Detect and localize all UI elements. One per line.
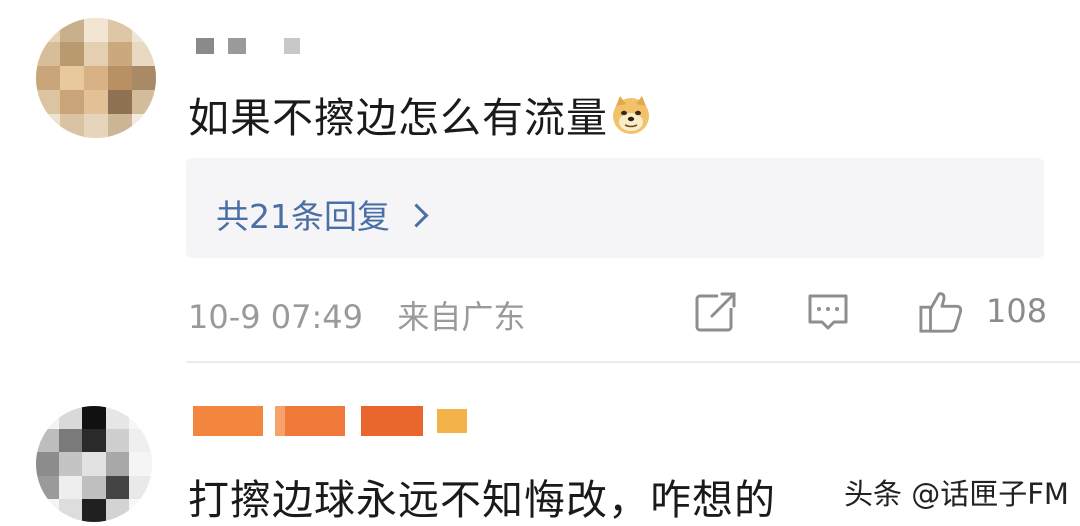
comment-bubble-icon[interactable] [806,290,850,334]
reply-summary-box[interactable]: 共21条回复 [186,158,1044,258]
chevron-right-icon [404,202,429,228]
username-mosaic[interactable] [193,406,467,436]
doge-emoji [613,96,649,134]
avatar[interactable] [36,406,152,522]
thumbs-up-icon[interactable] [917,290,965,334]
share-square-icon[interactable] [694,290,736,334]
like-count: 108 [986,292,1048,330]
comment-meta: 10-9 07:49 来自广东 [188,292,525,338]
avatar[interactable] [36,18,156,138]
watermark: 头条 @话匣子FM [838,474,1080,514]
comment-body: 如果不擦边怎么有流量 [188,94,608,142]
comment-location: 来自广东 [397,298,526,336]
view-replies-link[interactable]: 共21条回复 [216,190,429,238]
replies-count-label: 共21条回复 [216,197,390,236]
comment-text: 打擦边球永远不知悔改，咋想的 [188,476,776,524]
comment-item: 如果不擦边怎么有流量 共21条回复 10-9 07:49 来自广东 108 [0,0,1080,362]
comment-time: 10-9 07:49 [188,298,364,336]
comment-text: 如果不擦边怎么有流量 [188,84,652,144]
username-mosaic[interactable] [196,38,300,54]
